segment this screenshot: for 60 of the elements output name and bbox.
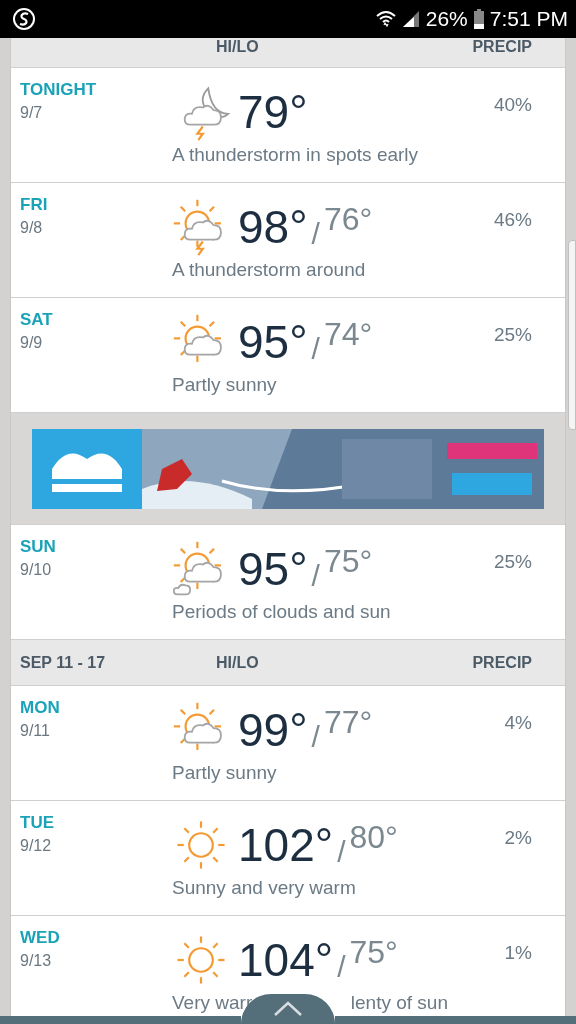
high-temperature: 79° (238, 85, 308, 139)
day-date: 9/10 (20, 561, 53, 579)
low-temperature: 76° (323, 201, 373, 238)
day-date: 9/9 (20, 334, 44, 352)
precip-chance: 46% (493, 209, 532, 231)
day-name: FRI (20, 195, 49, 215)
temperature-separator: / (311, 217, 320, 251)
signal-icon (401, 10, 420, 28)
day-date: 9/8 (20, 219, 44, 237)
forecast-description: Partly sunny (172, 762, 277, 784)
day-name: SAT (20, 310, 54, 330)
temperature-separator: / (311, 332, 320, 366)
clock-time: 7:51 PM (489, 7, 568, 31)
high-temperature: 95° (238, 315, 308, 369)
wifi-icon (375, 10, 396, 28)
low-temperature: 77° (323, 704, 373, 741)
forecast-description: A thunderstorm in spots early (172, 144, 419, 166)
low-temperature: 75° (323, 543, 373, 580)
day-name: MON (20, 698, 61, 718)
day-date: 9/12 (20, 837, 53, 855)
high-temperature: 95° (238, 542, 308, 596)
chevron-up-icon (273, 1001, 303, 1017)
precip-heading: PRECIP (472, 38, 533, 56)
forecast-description: A thunderstorm around (172, 259, 366, 281)
day-date: 9/11 (20, 722, 51, 740)
temperature-separator: / (311, 559, 320, 593)
high-temperature: 98° (238, 200, 308, 254)
week-range-label: SEP 11 - 17 (19, 653, 107, 672)
hi-lo-heading: HI/LO (216, 38, 260, 56)
precip-chance: 1% (504, 942, 532, 964)
scrollbar-handle[interactable] (568, 240, 576, 430)
day-name: SUN (20, 537, 57, 557)
app-logo-icon (12, 7, 36, 31)
forecast-description: Periods of clouds and sun (172, 601, 391, 623)
high-temperature: 104° (238, 933, 334, 987)
battery-percent: 26% (425, 7, 468, 31)
precip-chance: 25% (493, 324, 532, 346)
day-name: TUE (20, 813, 55, 833)
day-date: 9/7 (20, 104, 44, 122)
low-temperature: 80° (349, 819, 398, 856)
high-temperature: 102° (238, 818, 334, 872)
battery-icon (473, 9, 484, 29)
day-name: WED (20, 928, 61, 948)
low-temperature: 74° (323, 316, 373, 353)
hi-lo-heading: HI/LO (216, 653, 260, 672)
temperature-separator: / (311, 720, 320, 754)
precip-chance: 4% (504, 712, 532, 734)
precip-heading: PRECIP (472, 653, 533, 672)
precip-chance: 25% (493, 551, 532, 573)
precip-chance: 40% (493, 94, 532, 116)
forecast-description: Sunny and very warm (172, 877, 356, 899)
high-temperature: 99° (238, 703, 308, 757)
precip-chance: 2% (504, 827, 532, 849)
day-date: 9/13 (20, 952, 53, 970)
temperature-separator: / (337, 950, 346, 984)
low-temperature: 75° (349, 934, 398, 971)
forecast-description: lenty of sun (350, 992, 448, 1014)
day-name: TONIGHT (20, 80, 98, 100)
temperature-separator: / (337, 835, 346, 869)
forecast-description: Partly sunny (172, 374, 277, 396)
